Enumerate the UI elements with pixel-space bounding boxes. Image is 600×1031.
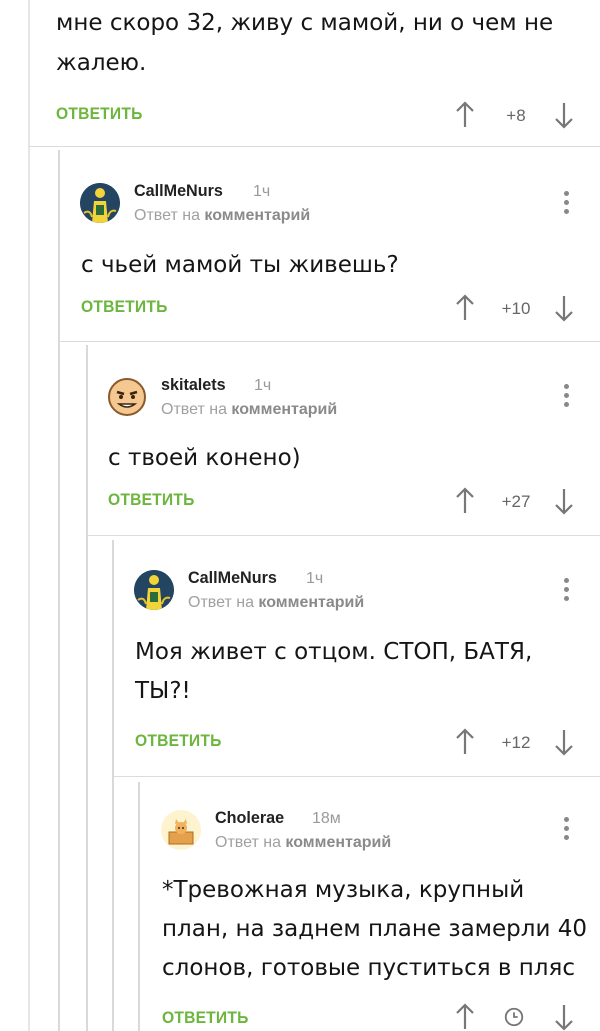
timestamp: 1ч	[254, 377, 272, 394]
reply-target-link[interactable]: комментарий	[258, 594, 364, 611]
reply-prefix: Ответ на	[215, 834, 281, 851]
arrow-up-icon[interactable]	[455, 728, 475, 756]
thread-line-level-2	[58, 150, 60, 1031]
divider	[29, 146, 600, 147]
reply-to-line: Ответ на комментарий	[188, 594, 364, 612]
divider	[59, 341, 600, 342]
cartoon-face-avatar-icon	[108, 378, 146, 416]
comment-text: жалею.	[56, 50, 147, 76]
username[interactable]: skitalets	[161, 375, 226, 395]
thread-line-level-3	[86, 345, 88, 1031]
kebab-menu-icon[interactable]	[562, 817, 570, 843]
reply-button[interactable]: ОТВЕТИТЬ	[135, 731, 222, 751]
score: +27	[501, 492, 531, 511]
comment-text: слонов, готовые пуститься в пляс	[162, 955, 575, 981]
arrow-down-icon[interactable]	[554, 1003, 574, 1031]
reply-to-line: Ответ на комментарий	[215, 834, 391, 852]
reply-target-link[interactable]: комментарий	[285, 834, 391, 851]
avatar[interactable]	[107, 377, 147, 417]
comment-text: Моя живет с отцом. СТОП, БАТЯ,	[135, 639, 533, 665]
username[interactable]: Cholerae	[215, 808, 284, 828]
thread-line-level-1	[28, 0, 30, 1031]
arrow-up-icon[interactable]	[455, 101, 475, 129]
divider	[113, 776, 600, 777]
kebab-menu-icon[interactable]	[562, 191, 570, 217]
comment-text: план, на заднем плане замерли 40	[162, 916, 587, 942]
reply-target-link[interactable]: комментарий	[231, 401, 337, 418]
comment-text: ТЫ?!	[135, 678, 191, 704]
reply-prefix: Ответ на	[134, 207, 200, 224]
avatar[interactable]	[80, 183, 120, 223]
arrow-down-icon[interactable]	[554, 101, 574, 129]
avatar[interactable]	[161, 810, 201, 850]
arrow-down-icon[interactable]	[554, 728, 574, 756]
score: +10	[501, 299, 531, 318]
kebab-menu-icon[interactable]	[562, 384, 570, 410]
score: +8	[506, 106, 526, 125]
reply-prefix: Ответ на	[161, 401, 227, 418]
reply-prefix: Ответ на	[188, 594, 254, 611]
reply-button[interactable]: ОТВЕТИТЬ	[162, 1008, 249, 1028]
arrow-up-icon[interactable]	[455, 487, 475, 515]
username[interactable]: CallMeNurs	[188, 568, 277, 588]
comment-text: мне скоро 32, живу с мамой, ни о чем не	[56, 10, 554, 36]
reply-to-line: Ответ на комментарий	[134, 207, 310, 225]
comment-text: с чьей мамой ты живешь?	[81, 252, 399, 278]
reply-button[interactable]: ОТВЕТИТЬ	[81, 297, 168, 317]
timestamp: 1ч	[253, 183, 271, 200]
yellow-figure-avatar-icon	[134, 570, 174, 610]
divider	[87, 535, 600, 536]
thread-line-level-5	[138, 782, 140, 1031]
avatar[interactable]	[134, 570, 174, 610]
arrow-down-icon[interactable]	[554, 294, 574, 322]
arrow-up-icon[interactable]	[455, 1003, 475, 1031]
reply-button[interactable]: ОТВЕТИТЬ	[108, 490, 195, 510]
yellow-figure-avatar-icon	[80, 183, 120, 223]
arrow-down-icon[interactable]	[554, 487, 574, 515]
username[interactable]: CallMeNurs	[134, 181, 223, 201]
thread-line-level-4	[112, 540, 114, 1031]
reply-button[interactable]: ОТВЕТИТЬ	[56, 104, 143, 124]
comment-text: *Тревожная музыка, крупный	[162, 877, 525, 903]
clock-icon	[504, 1007, 524, 1027]
reply-target-link[interactable]: комментарий	[204, 207, 310, 224]
timestamp: 1ч	[306, 570, 324, 587]
kebab-menu-icon[interactable]	[562, 578, 570, 604]
timestamp: 18м	[312, 810, 341, 827]
reply-to-line: Ответ на комментарий	[161, 401, 337, 419]
arrow-up-icon[interactable]	[455, 294, 475, 322]
comment-text: с твоей конено)	[108, 445, 301, 471]
cat-in-box-avatar-icon	[161, 810, 201, 850]
score: +12	[501, 733, 531, 752]
